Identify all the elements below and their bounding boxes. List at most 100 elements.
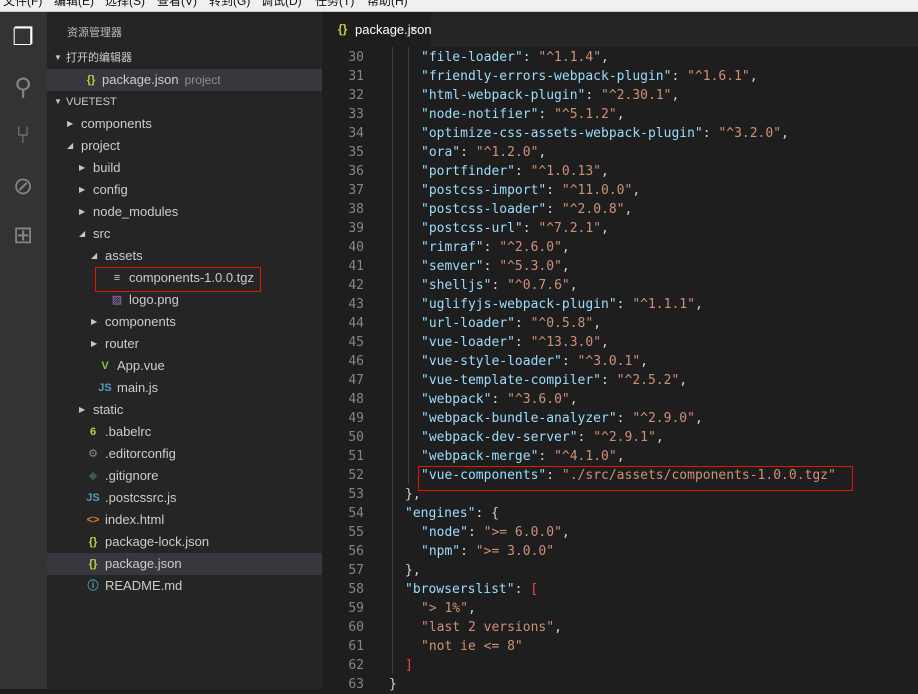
explorer-title: 资源管理器 xyxy=(67,27,122,39)
code-highlight-box xyxy=(418,466,853,491)
code-token: , xyxy=(671,88,680,103)
line-number: 61 xyxy=(348,639,364,654)
code-line: 36 "portfinder": "^1.0.13", xyxy=(322,162,918,181)
tree-file[interactable]: ◆ .gitignore xyxy=(47,465,322,487)
menu-item[interactable]: 任务(T) xyxy=(315,0,354,8)
workspace-header[interactable]: ▼ VUETEST xyxy=(47,91,322,113)
code-line: 63} xyxy=(322,675,918,694)
line-number: 46 xyxy=(348,354,364,369)
tree-folder[interactable]: ▶ components xyxy=(47,113,322,135)
extensions-icon[interactable]: ⊞ xyxy=(9,221,37,249)
open-editors-header[interactable]: ▼ 打开的编辑器 xyxy=(47,47,322,69)
menu-item[interactable]: 转到(G) xyxy=(209,0,250,8)
json-file-icon: {} xyxy=(338,22,348,36)
editor-tab-bar: {} package.json × xyxy=(322,12,918,47)
code-line: 48 "webpack": "^3.6.0", xyxy=(322,390,918,409)
code-token: , xyxy=(679,373,688,388)
code-line: 35 "ora": "^1.2.0", xyxy=(322,143,918,162)
debug-icon[interactable]: ⊘ xyxy=(9,172,37,200)
code-line: 55 "node": ">= 6.0.0", xyxy=(322,523,918,542)
tree-folder[interactable]: ▶ node_modules xyxy=(47,201,322,223)
code-text: "not ie <= 8" xyxy=(421,637,523,656)
code-text: "uglifyjs-webpack-plugin": "^1.1.1", xyxy=(421,295,703,314)
tree-folder[interactable]: ▶ static xyxy=(47,399,322,421)
tree-folder[interactable]: ◢ src xyxy=(47,223,322,245)
code-line: 56 "npm": ">= 3.0.0" xyxy=(322,542,918,561)
tree-file[interactable]: V App.vue xyxy=(47,355,322,377)
tree-item-label: static xyxy=(93,402,124,417)
code-token: "> 1%" xyxy=(421,601,468,616)
code-line: 45 "vue-loader": "^13.3.0", xyxy=(322,333,918,352)
line-number: 60 xyxy=(348,620,364,635)
open-editor-name: package.json xyxy=(102,72,179,87)
line-number: 53 xyxy=(348,487,364,502)
tree-file[interactable]: {} package-lock.json xyxy=(47,531,322,553)
line-number: 56 xyxy=(348,544,364,559)
code-line: 50 "webpack-dev-server": "^2.9.1", xyxy=(322,428,918,447)
close-icon[interactable]: × xyxy=(410,12,418,47)
code-line: 47 "vue-template-compiler": "^2.5.2", xyxy=(322,371,918,390)
code-token: : xyxy=(538,449,555,464)
menu-item[interactable]: 选择(S) xyxy=(105,0,145,8)
line-number: 49 xyxy=(348,411,364,426)
tree-file[interactable]: <> index.html xyxy=(47,509,322,531)
tree-folder[interactable]: ▶ router xyxy=(47,333,322,355)
tree-file[interactable]: ⚙ .editorconfig xyxy=(47,443,322,465)
code-token: , xyxy=(694,411,703,426)
tree-item-label: build xyxy=(93,160,121,175)
menu-item[interactable]: 查看(V) xyxy=(157,0,197,8)
tree-file[interactable]: JS main.js xyxy=(47,377,322,399)
tree-folder[interactable]: ▶ config xyxy=(47,179,322,201)
chevron-right-icon: ▶ xyxy=(79,185,86,194)
code-token: : xyxy=(601,373,617,388)
tab-package-json[interactable]: {} package.json × xyxy=(322,12,432,47)
line-number: 38 xyxy=(348,202,364,217)
chevron-down-icon: ▼ xyxy=(54,97,62,106)
code-token: "vue-style-loader" xyxy=(421,354,562,369)
tree-file[interactable]: 6 .babelrc xyxy=(47,421,322,443)
tree-folder[interactable]: ◢ assets xyxy=(47,245,322,267)
files-icon[interactable]: ❐ xyxy=(9,23,37,51)
code-line: 54 "engines": { xyxy=(322,504,918,523)
code-token: "^7.2.1" xyxy=(538,221,602,236)
code-token: "webpack-dev-server" xyxy=(421,430,578,445)
code-token: , xyxy=(467,601,476,616)
tree-folder[interactable]: ◢ project xyxy=(47,135,322,157)
menu-item[interactable]: 编辑(E) xyxy=(54,0,94,8)
tree-file[interactable]: {} package.json xyxy=(47,553,322,575)
source-control-icon[interactable]: ⑂ xyxy=(9,122,37,150)
code-token: , xyxy=(632,183,641,198)
code-token: "last 2 versions" xyxy=(421,620,555,635)
code-line: 57}, xyxy=(322,561,918,580)
code-token: , xyxy=(640,354,648,369)
tree-item-label: .postcssrc.js xyxy=(105,490,177,505)
tree-item-label: router xyxy=(105,336,139,351)
code-editor[interactable]: 30 "file-loader": "^1.1.4", 31 "friendly-er… xyxy=(322,47,918,692)
menu-item[interactable]: 调试(D) xyxy=(261,0,302,8)
code-line: 42 "shelljs": "^0.7.6", xyxy=(322,276,918,295)
tree-item-label: .gitignore xyxy=(105,468,159,483)
tree-item-label: package.json xyxy=(105,556,182,571)
tree-file[interactable]: ⓘ README.md xyxy=(47,575,322,597)
tree-file[interactable]: JS .postcssrc.js xyxy=(47,487,322,509)
file-type-icon: ◆ xyxy=(88,470,98,482)
menu-item[interactable]: 帮助(H) xyxy=(367,0,408,8)
code-token: "npm" xyxy=(421,544,461,559)
code-token: "^2.9.0" xyxy=(632,411,695,426)
code-token: "^5.3.0" xyxy=(499,259,562,274)
tree-folder[interactable]: ▶ components xyxy=(47,311,322,333)
file-type-icon: V xyxy=(101,360,109,372)
code-line: 38 "postcss-loader": "^2.0.8", xyxy=(322,200,918,219)
code-token: "node" xyxy=(421,525,468,540)
line-number: 32 xyxy=(348,88,364,103)
tree-folder[interactable]: ▶ build xyxy=(47,157,322,179)
code-line: 34 "optimize-css-assets-webpack-plugin": … xyxy=(322,124,918,143)
code-token: , xyxy=(655,430,664,445)
tree-file[interactable]: ▨ logo.png xyxy=(47,289,322,311)
activity-bar: ❐ ⚲ ⑂ ⊘ ⊞ xyxy=(0,12,47,689)
menu-item[interactable]: 文件(F) xyxy=(3,0,42,8)
code-token: , xyxy=(593,316,602,331)
code-token: ">= 3.0.0" xyxy=(475,544,555,559)
search-icon[interactable]: ⚲ xyxy=(9,73,37,101)
open-editor-item[interactable]: {} package.json project xyxy=(47,69,322,91)
